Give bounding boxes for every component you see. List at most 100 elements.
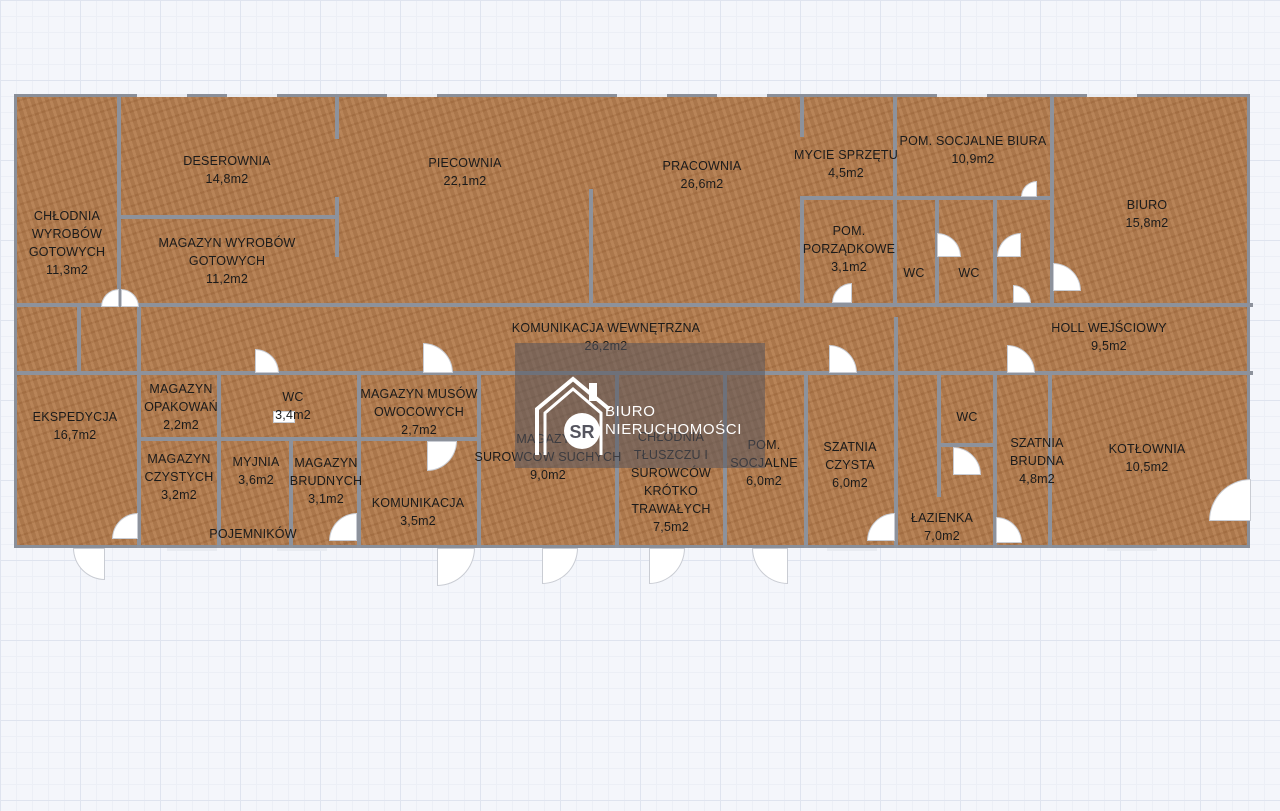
room-label-ekspedycja: EKSPEDYCJA 16,7m2 — [33, 408, 118, 444]
room-label-szatnia-brudna: SZATNIA BRUDNA 4,8m2 — [1010, 434, 1064, 488]
door — [867, 513, 895, 541]
room-label-line: 14,8m2 — [205, 172, 249, 186]
watermark-line-2: NIERUCHOMOŚCI — [605, 421, 742, 438]
room-label-line: 10,5m2 — [1125, 460, 1169, 474]
room-label-line: 16,7m2 — [53, 428, 97, 442]
room-label-line: 9,0m2 — [530, 468, 566, 482]
room-label-deserownia: DESEROWNIA 14,8m2 — [183, 152, 270, 188]
room-label-line: POM. SOCJALNE BIURA — [899, 134, 1047, 148]
door — [1209, 479, 1251, 521]
room-label-line: 4,8m2 — [1019, 472, 1055, 486]
room-label-line: BRUDNA — [1010, 454, 1064, 468]
room-label-chlodnia: CHŁODNIA WYROBÓW GOTOWYCH 11,3m2 — [29, 207, 105, 279]
room-label-line: MAGAZYN MUSÓW — [360, 387, 478, 401]
wall — [117, 97, 121, 303]
room-label-line: BRUDNYCH — [289, 474, 363, 488]
room-label-line: 7,5m2 — [653, 520, 689, 534]
window — [227, 94, 277, 97]
room-label-line: 9,5m2 — [1091, 339, 1127, 353]
room-label-line: CZYSTYCH — [144, 470, 214, 484]
room-label-wc3: WC 3,4m2 — [275, 388, 311, 424]
room-label-komunikacja: KOMUNIKACJA 3,5m2 — [372, 494, 465, 530]
room-label-line: 11,2m2 — [206, 272, 248, 286]
room-label-line: KOTŁOWNIA — [1108, 442, 1186, 456]
room-label-line: 26,6m2 — [680, 177, 724, 191]
watermark-text: BIURO NIERUCHOMOŚCI — [605, 403, 742, 439]
room-label-line: GOTOWYCH — [28, 245, 106, 259]
window — [1087, 94, 1137, 97]
room-label-line: MYJNIA — [232, 455, 280, 469]
room-label-line: MYCIE SPRZĘTU — [794, 148, 898, 162]
door — [1053, 263, 1081, 291]
door — [121, 289, 139, 307]
door — [437, 548, 475, 586]
window — [277, 548, 327, 551]
room-label-mycie: MYCIE SPRZĘTU 4,5m2 — [794, 146, 898, 182]
window — [1107, 548, 1157, 551]
wall — [121, 215, 337, 219]
door — [649, 548, 685, 584]
wall — [804, 375, 808, 548]
room-label-line: MAGAZYN WYROBÓW — [158, 236, 296, 250]
door — [953, 447, 981, 475]
room-label-line: 22,1m2 — [443, 174, 487, 188]
room-label-pracownia: PRACOWNIA 26,6m2 — [663, 157, 742, 193]
door — [832, 283, 852, 303]
room-label-szatnia-czysta: SZATNIA CZYSTA 6,0m2 — [823, 438, 876, 492]
door — [829, 345, 857, 373]
wall — [892, 371, 1253, 375]
room-label-brudnych: MAGAZYN BRUDNYCH 3,1m2 — [290, 454, 362, 508]
room-label-line: 6,0m2 — [746, 474, 782, 488]
room-label-line: 3,2m2 — [161, 488, 197, 502]
door — [752, 548, 788, 584]
door — [73, 548, 105, 580]
room-label-line: KOMUNIKACJA WEWNĘTRZNA — [511, 321, 701, 335]
room-label-line: 11,3m2 — [46, 263, 88, 277]
room-label-line: EKSPEDYCJA — [32, 410, 118, 424]
room-label-wc1: WC — [903, 264, 924, 282]
room-label-line: CHŁODNIA — [33, 209, 101, 223]
wall — [800, 97, 804, 137]
room-label-musow: MAGAZYN MUSÓW OWOCOWYCH 2,7m2 — [360, 385, 477, 439]
wall — [137, 307, 141, 548]
window — [167, 548, 217, 551]
wall — [937, 375, 941, 497]
door — [101, 289, 119, 307]
room-label-magazyn-wyrobow: MAGAZYN WYROBÓW GOTOWYCH 11,2m2 — [158, 234, 295, 288]
door — [423, 343, 453, 373]
room-label-line: 2,7m2 — [401, 423, 437, 437]
room-label-line: KRÓTKO — [644, 484, 698, 498]
room-label-opakowan: MAGAZYN OPAKOWAŃ 2,2m2 — [144, 380, 218, 434]
room-label-line: TRAWAŁYCH — [631, 502, 711, 516]
window — [827, 548, 877, 551]
room-label-line: POM. — [832, 224, 866, 238]
room-label-biuro: BIURO 15,8m2 — [1126, 196, 1169, 232]
room-label-line: MAGAZYN — [147, 452, 211, 466]
door — [1021, 181, 1037, 197]
room-label-line: PRACOWNIA — [662, 159, 742, 173]
door — [542, 548, 578, 584]
room-label-line: 7,0m2 — [924, 529, 960, 543]
room-label-line: WC — [282, 390, 304, 404]
room-label-line: 3,1m2 — [308, 492, 344, 506]
room-label-myjnia: MYJNIA 3,6m2 — [232, 453, 279, 489]
room-label-line: WYROBÓW — [31, 227, 103, 241]
room-label-line: OPAKOWAŃ — [144, 400, 218, 414]
room-label-porzadkowe: POM. PORZĄDKOWE 3,1m2 — [803, 222, 895, 276]
room-label-line: KOMUNIKACJA — [371, 496, 465, 510]
room-label-line: 2,2m2 — [163, 418, 199, 432]
door — [997, 233, 1021, 257]
room-label-czystych: MAGAZYN CZYSTYCH 3,2m2 — [145, 450, 214, 504]
room-label-kotlownia: KOTŁOWNIA 10,5m2 — [1109, 440, 1186, 476]
room-label-line: 3,6m2 — [238, 473, 274, 487]
wall — [993, 200, 997, 303]
room-label-line: CZYSTA — [825, 458, 875, 472]
wall — [335, 197, 339, 257]
room-label-line: WC — [903, 266, 925, 280]
room-label-line: SZATNIA — [1010, 436, 1064, 450]
room-label-line: GOTOWYCH — [188, 254, 266, 268]
room-label-line: 15,8m2 — [1125, 216, 1169, 230]
room-label-wc2: WC — [958, 264, 979, 282]
room-label-lazienka: ŁAZIENKA 7,0m2 — [911, 509, 973, 545]
room-label-pojemnikow: POJEMNIKÓW — [209, 525, 296, 543]
